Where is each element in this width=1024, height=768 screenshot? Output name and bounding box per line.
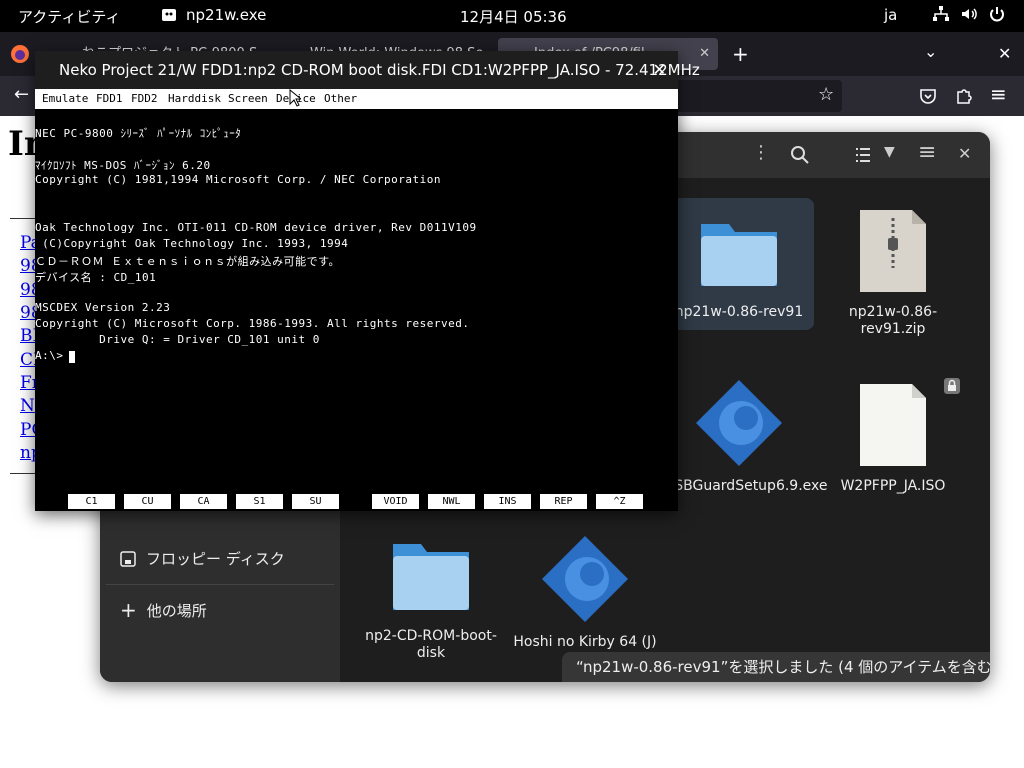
tab-list-chevron-down-icon[interactable]: ⌄	[924, 42, 937, 61]
screen-line: Copyright (C) Microsoft Corp. 1986-1993.…	[35, 317, 470, 330]
screen-line: デバイス名 : CD_101	[35, 271, 157, 284]
function-key-label: REP	[540, 494, 587, 509]
menu-emulate[interactable]: Emulate	[42, 89, 88, 109]
power-icon	[990, 7, 1004, 22]
app-name: np21w.exe	[186, 6, 267, 24]
file-item-folder[interactable]: np21w-0.86-rev91	[664, 198, 814, 330]
function-key-label: S1	[236, 494, 283, 509]
pocket-icon[interactable]	[918, 86, 938, 106]
menu-screen[interactable]: Screen	[228, 89, 268, 109]
menu-fdd1[interactable]: FDD1	[96, 89, 123, 109]
selection-status: “np21w-0.86-rev91”を選択しました (4 個のアイテムを含む)	[562, 652, 990, 682]
main-menu-icon[interactable]: ≡	[918, 140, 936, 165]
back-arrow-icon[interactable]: ←	[14, 84, 29, 105]
new-tab-icon[interactable]: +	[732, 42, 749, 66]
screen-line: NEC PC-9800 ｼﾘｰｽﾞ ﾊﾟｰｿﾅﾙ ｺﾝﾋﾟｭｰﾀ	[35, 127, 242, 140]
floppy-disk-icon	[120, 550, 136, 567]
activities-button[interactable]: アクティビティ	[18, 6, 120, 27]
screen-line: Oak Technology Inc. OTI-011 CD-ROM devic…	[35, 221, 477, 234]
view-options-chevron-down-icon[interactable]: ▼	[884, 144, 895, 160]
file-item-zip[interactable]: np21w-0.86-rev91.zip	[818, 198, 968, 338]
function-key-label: INS	[484, 494, 531, 509]
plus-icon: +	[120, 598, 137, 622]
network-icon	[933, 6, 949, 21]
screen-line: ＣＤ－ＲＯＭ Ｅｘｔｅｎｓｉｏｎｓが組み込み可能です。	[35, 255, 341, 268]
hamburger-menu-icon[interactable]: ≡	[990, 82, 1007, 106]
clock[interactable]: 12月4日 05:36	[460, 6, 567, 27]
document-icon	[860, 384, 926, 466]
lock-icon	[944, 378, 960, 394]
folder-icon	[393, 544, 469, 610]
function-key-label: VOID	[372, 494, 419, 509]
screen-line: MSCDEX Version 2.23	[35, 301, 171, 314]
screen-line: Copyright (C) 1981,1994 Microsoft Corp. …	[35, 173, 441, 186]
emulator-window: Neko Project 21/W FDD1:np2 CD-ROM boot d…	[35, 51, 700, 511]
function-key-label: ^Z	[596, 494, 643, 509]
file-item-executable[interactable]: USBGuardSetup6.9.exe	[664, 378, 828, 495]
prompt-line: A:\>	[35, 349, 64, 362]
screen-line: ﾏｲｸﾛｿﾌﾄ MS-DOS ﾊﾞｰｼﾞｮﾝ 6.20	[35, 159, 211, 172]
file-item-iso[interactable]: W2PFPP_JA.ISO	[818, 378, 968, 495]
function-key-label: SU	[292, 494, 339, 509]
more-options-icon[interactable]: ⋮	[752, 142, 770, 163]
firefox-icon[interactable]	[10, 44, 30, 64]
menu-fdd2[interactable]: FDD2	[131, 89, 158, 109]
mouse-pointer-icon	[289, 89, 301, 107]
sidebar-divider	[106, 584, 334, 585]
emulator-menubar: Emulate FDD1 FDD2 Harddisk Screen Device…	[35, 89, 678, 109]
bookmark-star-icon[interactable]: ☆	[818, 84, 834, 105]
extensions-puzzle-icon[interactable]	[954, 86, 974, 106]
menu-harddisk[interactable]: Harddisk	[168, 89, 221, 109]
input-method-indicator[interactable]: ja	[884, 6, 897, 24]
file-item-executable[interactable]: Hoshi no Kirby 64 (J)	[510, 534, 660, 651]
close-icon[interactable]: ✕	[653, 51, 666, 89]
text-cursor	[69, 351, 75, 363]
function-key-label: C1	[68, 494, 115, 509]
search-icon[interactable]	[790, 145, 810, 165]
app-menu[interactable]: np21w.exe	[160, 6, 266, 24]
close-icon[interactable]: ✕	[958, 144, 971, 163]
sidebar-item-other-locations[interactable]: + 他の場所	[120, 598, 207, 622]
zip-archive-icon	[860, 210, 926, 292]
emulator-title: Neko Project 21/W FDD1:np2 CD-ROM boot d…	[59, 61, 700, 79]
emulator-screen[interactable]: NEC PC-9800 ｼﾘｰｽﾞ ﾊﾟｰｿﾅﾙ ｺﾝﾋﾟｭｰﾀ ﾏｲｸﾛｿﾌﾄ…	[35, 109, 678, 511]
emulator-titlebar[interactable]: Neko Project 21/W FDD1:np2 CD-ROM boot d…	[35, 51, 700, 89]
function-key-label: NWL	[428, 494, 475, 509]
function-key-label: CU	[124, 494, 171, 509]
volume-icon	[962, 8, 977, 20]
function-key-label: CA	[180, 494, 227, 509]
folder-icon	[701, 224, 777, 286]
app-icon	[162, 9, 176, 21]
close-window-icon[interactable]: ✕	[998, 44, 1011, 63]
sidebar-item-floppy[interactable]: フロッピー ディスク	[120, 548, 285, 569]
system-tray[interactable]	[932, 5, 1006, 23]
screen-line: (C)Copyright Oak Technology Inc. 1993, 1…	[35, 237, 349, 250]
executable-gear-icon	[542, 536, 628, 622]
list-view-icon[interactable]	[854, 146, 872, 164]
page-link[interactable]: N	[20, 396, 35, 416]
screen-line: Drive Q: = Driver CD_101 unit 0	[35, 333, 320, 346]
file-item-folder[interactable]: np2-CD-ROM-boot-disk	[356, 534, 506, 662]
menu-other[interactable]: Other	[324, 89, 357, 109]
executable-gear-icon	[696, 380, 782, 466]
top-bar: アクティビティ np21w.exe 12月4日 05:36 ja	[0, 0, 1024, 32]
close-tab-icon[interactable]: ✕	[699, 38, 710, 70]
